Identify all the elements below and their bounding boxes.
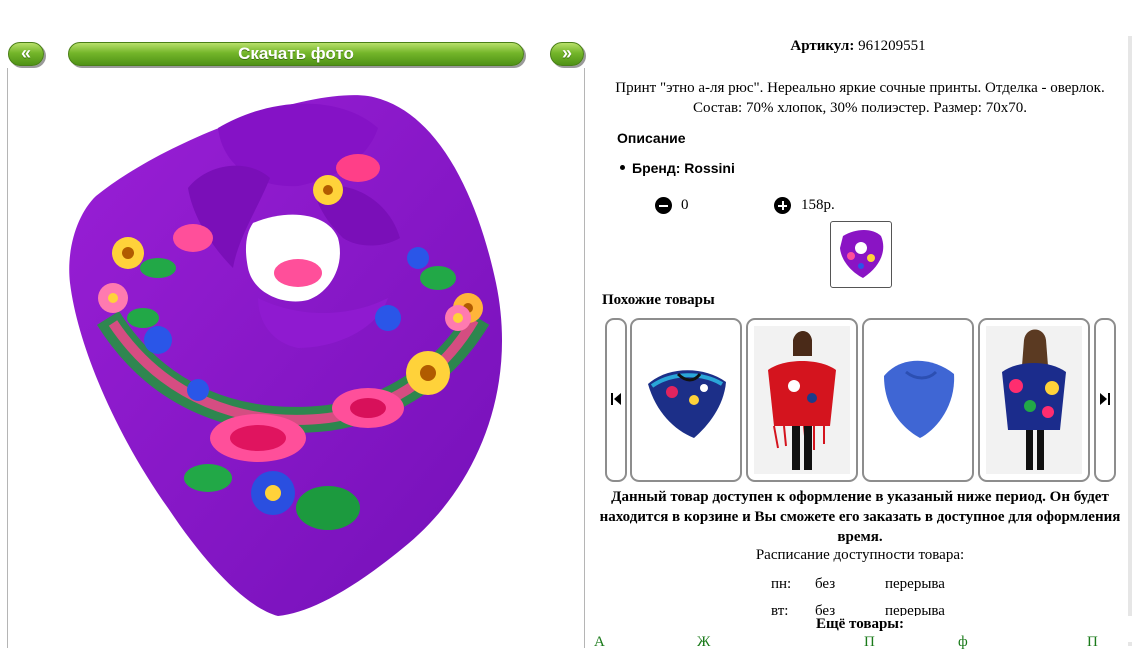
schedule-title: Расписание доступности товара: — [755, 547, 965, 563]
similar-product-card[interactable] — [746, 318, 858, 482]
download-photo-button[interactable]: Скачать фото — [68, 42, 524, 66]
similar-product-card[interactable] — [630, 318, 742, 482]
similar-product-card[interactable] — [978, 318, 1090, 482]
more-products-link[interactable]: Ж — [697, 634, 710, 651]
more-products-heading: Ещё товары: — [588, 616, 1132, 642]
more-products-link[interactable]: П — [864, 634, 875, 651]
thumbnail-image — [840, 230, 884, 278]
brand-text: Бренд: Rossini — [632, 160, 735, 176]
more-products-link[interactable]: А — [594, 634, 605, 651]
article-label: Артикул: — [790, 38, 855, 54]
quantity-value: 0 — [681, 197, 689, 213]
more-products-link[interactable]: П — [1087, 634, 1098, 651]
similar-product-card[interactable] — [862, 318, 974, 482]
add-to-cart-icon[interactable] — [774, 197, 791, 214]
carousel-prev-button[interactable] — [605, 318, 627, 482]
similar-products-heading: Похожие товары — [602, 292, 715, 308]
similar-product-image — [884, 360, 955, 438]
description-heading: Описание — [617, 130, 686, 146]
product-photo[interactable] — [8, 68, 584, 642]
product-photo-frame — [7, 68, 585, 648]
next-photo-button[interactable]: » — [550, 42, 584, 66]
decrease-quantity-icon[interactable] — [655, 197, 672, 214]
prev-photo-button[interactable]: « — [8, 42, 44, 66]
availability-notice: Данный товар доступен к оформление в ука… — [599, 489, 1121, 545]
skip-back-icon — [611, 393, 621, 405]
article-line: Артикул: 961209551 — [588, 38, 1128, 55]
brand-list-item: Бренд: Rossini — [620, 160, 735, 176]
similar-product-image — [754, 326, 850, 474]
article-value: 961209551 — [858, 38, 926, 54]
product-thumbnail[interactable] — [830, 221, 892, 288]
schedule-from: без — [815, 576, 836, 592]
product-description: Принт "этно а-ля рюс". Нереально яркие с… — [615, 80, 1105, 116]
schedule-day: пн: — [771, 576, 792, 592]
carousel-next-button[interactable] — [1094, 318, 1116, 482]
more-products-link[interactable]: ф — [958, 634, 968, 651]
similar-product-image — [986, 326, 1082, 474]
skip-forward-icon — [1100, 393, 1110, 405]
price-value: 158р. — [801, 197, 835, 213]
similar-product-image — [648, 370, 726, 438]
schedule-to: перерыва — [885, 576, 945, 592]
bullet-icon — [620, 164, 625, 170]
